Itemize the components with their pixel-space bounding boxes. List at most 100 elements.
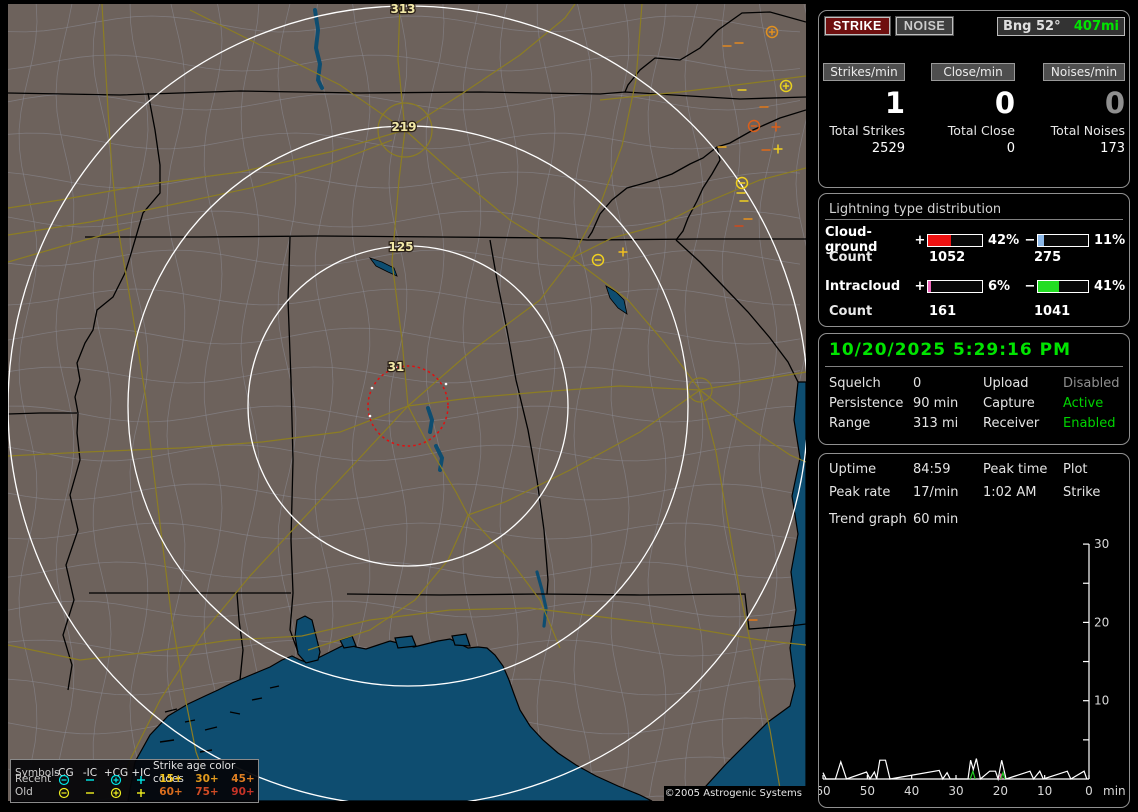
bearing-label: Bng 52°	[1003, 19, 1061, 34]
total-noises-label: Total Noises	[1043, 123, 1125, 138]
receiver-label: Receiver	[983, 416, 1063, 431]
cg-positive-pct: 42%	[983, 233, 1023, 248]
noise-mode-button[interactable]: NOISE	[896, 17, 953, 35]
map-legend: Symbols -CG -IC +CG +IC Strike age color…	[10, 759, 259, 803]
peak-time-label: Peak time	[983, 462, 1063, 477]
svg-text:219: 219	[391, 120, 416, 134]
trend-panel: Uptime 84:59 Peak time Plot Peak rate 17…	[818, 453, 1130, 808]
svg-text:60: 60	[819, 784, 831, 798]
minus-icon	[77, 774, 103, 786]
svg-text:40: 40	[904, 784, 919, 798]
svg-text:20: 20	[993, 784, 1008, 798]
age-badge: 90+	[225, 786, 261, 799]
ic-positive-bar	[927, 280, 983, 293]
receiver-status: Enabled	[1063, 416, 1123, 431]
circle-plus-icon	[103, 774, 129, 786]
cloud-ground-counts: Count 1052 275	[825, 250, 1125, 266]
strikes-per-min-label: Strikes/min	[823, 63, 905, 81]
uptime-label: Uptime	[829, 462, 913, 477]
total-noises-value: 173	[1043, 141, 1125, 156]
minus-icon	[77, 787, 103, 799]
squelch-value: 0	[913, 376, 983, 391]
lightning-map[interactable]: 313 219 125 31 Symbols -CG -IC +CG +IC Stri…	[8, 4, 806, 801]
status-row: Range 313 mi Receiver Enabled	[829, 416, 1123, 431]
persistence-label: Persistence	[829, 396, 913, 411]
peak-rate-value: 17/min	[913, 485, 983, 500]
distribution-title: Lightning type distribution	[829, 202, 1001, 217]
cg-negative-bar	[1037, 234, 1089, 247]
peak-time-value: 1:02 AM	[983, 485, 1063, 500]
map-canvas[interactable]: 313 219 125 31	[8, 4, 806, 801]
noises-per-min-value: 0	[1043, 85, 1125, 121]
circle-minus-icon	[51, 774, 77, 786]
svg-text:30: 30	[948, 784, 963, 798]
trend-graph: 30 20 10 60 50 40 30 20 10 0 min	[819, 524, 1129, 807]
close-counter-column: Close/min 0 Total Close 0	[931, 63, 1015, 156]
noises-per-min-label: Noises/min	[1043, 63, 1125, 81]
upload-status: Disabled	[1063, 376, 1123, 391]
circle-plus-icon	[103, 787, 129, 799]
svg-text:50: 50	[860, 784, 875, 798]
bearing-distance: 407mi	[1074, 19, 1119, 34]
app-window: 313 219 125 31 Symbols -CG -IC +CG +IC Stri…	[0, 0, 1138, 812]
legend-row-recent: Recent	[15, 773, 51, 786]
svg-text:125: 125	[388, 240, 413, 254]
svg-text:30: 30	[1094, 537, 1109, 551]
age-badge: 75+	[189, 786, 225, 799]
status-panel: 10/20/2025 5:29:16 PM Squelch 0 Upload D…	[818, 333, 1130, 445]
noises-counter-column: Noises/min 0 Total Noises 173	[1043, 63, 1125, 156]
close-per-min-label: Close/min	[931, 63, 1015, 81]
age-badge: 45+	[225, 773, 261, 786]
peak-rate-label: Peak rate	[829, 485, 913, 500]
capture-label: Capture	[983, 396, 1063, 411]
svg-text:min: min	[1103, 784, 1126, 798]
uptime-value: 84:59	[913, 462, 983, 477]
svg-text:10: 10	[1094, 694, 1109, 708]
upload-label: Upload	[983, 376, 1063, 391]
persistence-value: 90 min	[913, 396, 983, 411]
legend-row-old: Old	[15, 786, 51, 799]
intracloud-label: Intracloud	[825, 279, 913, 294]
svg-text:20: 20	[1094, 615, 1109, 629]
distribution-panel: Lightning type distribution Cloud-ground…	[818, 193, 1130, 327]
intracloud-row: Intracloud + 6% − 41%	[825, 279, 1125, 294]
cg-positive-bar	[927, 234, 983, 247]
ic-positive-count: 161	[929, 304, 956, 319]
bearing-badge: Bng 52° 407mi	[997, 17, 1125, 36]
range-value: 313 mi	[913, 416, 983, 431]
strike-mode-button[interactable]: STRIKE	[825, 17, 890, 35]
status-row: Persistence 90 min Capture Active	[829, 396, 1123, 411]
circle-minus-icon	[51, 787, 77, 799]
age-badge: 15+	[153, 773, 189, 786]
copyright-notice: ©2005 Astrogenic Systems	[664, 786, 806, 801]
stats-row: Uptime 84:59 Peak time Plot	[829, 462, 1123, 477]
cg-positive-count: 1052	[929, 250, 965, 265]
age-badge: 60+	[153, 786, 189, 799]
ic-positive-pct: 6%	[983, 279, 1023, 294]
intracloud-counts: Count 161 1041	[825, 304, 1125, 320]
counters-panel: STRIKE NOISE Bng 52° 407mi Strikes/min 1…	[818, 10, 1130, 188]
close-per-min-value: 0	[931, 85, 1015, 121]
age-badge: 30+	[189, 773, 225, 786]
datetime-display: 10/20/2025 5:29:16 PM	[829, 340, 1071, 360]
squelch-label: Squelch	[829, 376, 913, 391]
cg-negative-pct: 11%	[1089, 233, 1123, 248]
strikes-counter-column: Strikes/min 1 Total Strikes 2529	[823, 63, 905, 156]
stats-row: Peak rate 17/min 1:02 AM Strike	[829, 485, 1123, 500]
cg-negative-count: 275	[1034, 250, 1061, 265]
total-close-label: Total Close	[931, 123, 1015, 138]
svg-text:313: 313	[390, 4, 415, 16]
svg-text:31: 31	[388, 360, 405, 374]
status-row: Squelch 0 Upload Disabled	[829, 376, 1123, 391]
total-close-value: 0	[931, 141, 1015, 156]
plot-label: Plot	[1063, 462, 1123, 477]
plus-icon	[129, 787, 153, 799]
ic-negative-bar	[1037, 280, 1089, 293]
svg-text:10: 10	[1037, 784, 1052, 798]
strikes-per-min-value: 1	[823, 85, 905, 121]
total-strikes-value: 2529	[823, 141, 905, 156]
ic-negative-count: 1041	[1034, 304, 1070, 319]
total-strikes-label: Total Strikes	[823, 123, 905, 138]
svg-text:0: 0	[1085, 784, 1093, 798]
ic-negative-pct: 41%	[1089, 279, 1123, 294]
